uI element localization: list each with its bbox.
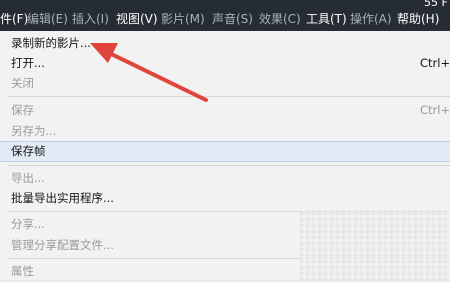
menu-actions[interactable]: 操作(A) — [350, 0, 392, 31]
menu-view[interactable]: 视图(V) — [116, 0, 158, 31]
menu-item-label: 录制新的影片... — [11, 36, 91, 50]
menu-insert[interactable]: 插入(I) — [72, 0, 109, 31]
menu-item-label: 属性 — [11, 264, 34, 278]
menu-item-label: 打开... — [11, 56, 45, 70]
menu-tools[interactable]: 工具(T) — [306, 0, 347, 31]
menu-item-save[interactable]: 保存 Ctrl+S — [0, 100, 450, 121]
menu-item-shortcut: Ctrl+O — [420, 56, 450, 70]
menu-movie[interactable]: 影片(M) — [161, 0, 205, 31]
menu-item-shortcut: Ctrl+S — [420, 103, 450, 117]
menu-separator — [8, 96, 450, 97]
menu-file[interactable]: 件(F) — [0, 0, 28, 31]
menu-item-save-as[interactable]: 另存为... — [0, 121, 450, 142]
menu-item-close[interactable]: 关闭 — [0, 73, 450, 94]
menu-item-label: 分享... — [11, 217, 45, 231]
menu-sound[interactable]: 声音(S) — [212, 0, 253, 31]
menu-item-open[interactable]: 打开... Ctrl+O — [0, 53, 450, 74]
menu-item-label: 管理分享配置文件... — [11, 238, 114, 252]
menu-edit[interactable]: 编辑(E) — [27, 0, 68, 31]
menu-separator — [8, 165, 450, 166]
menu-item-export[interactable]: 导出... — [0, 168, 450, 189]
window-title-fragment: 55 F — [424, 0, 448, 9]
menu-item-record-new-movie[interactable]: 录制新的影片... — [0, 33, 450, 54]
menu-item-label: 另存为... — [11, 124, 57, 138]
menu-item-label: 导出... — [11, 171, 45, 185]
menu-item-save-frame[interactable]: 保存帧 — [0, 141, 450, 162]
watermark-noise — [300, 210, 450, 280]
menu-item-label: 批量导出实用程序... — [11, 191, 114, 205]
menu-item-label: 保存 — [11, 103, 34, 117]
menu-bar: 件(F) 编辑(E) 插入(I) 视图(V) 影片(M) 声音(S) 效果(C)… — [0, 0, 450, 31]
menu-item-label: 保存帧 — [11, 144, 46, 158]
menu-item-label: 关闭 — [11, 76, 34, 90]
menu-effects[interactable]: 效果(C) — [259, 0, 301, 31]
